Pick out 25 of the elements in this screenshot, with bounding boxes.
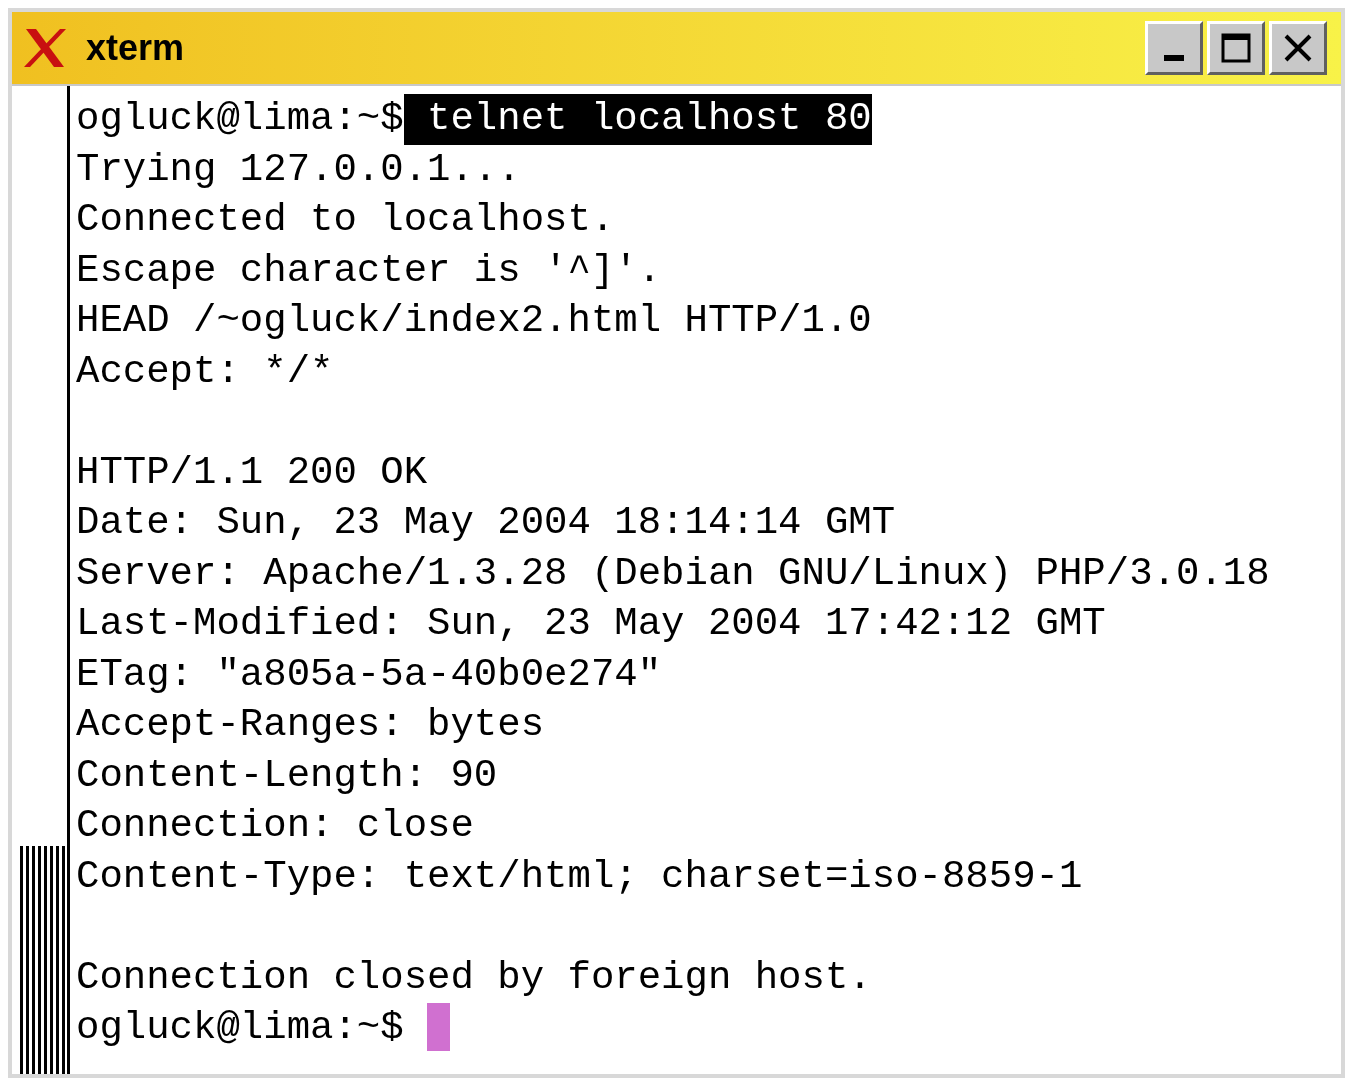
window-title: xterm (86, 26, 185, 70)
selected-text: telnet localhost 80 (403, 94, 872, 145)
close-button[interactable] (1269, 21, 1327, 75)
terminal-line: Escape character is '^]'. (76, 247, 662, 295)
maximize-button[interactable] (1207, 21, 1265, 75)
maximize-icon (1219, 31, 1253, 65)
terminal-line: Accept: */* (76, 348, 334, 396)
terminal-line: Connection: close (76, 803, 474, 850)
minimize-button[interactable] (1145, 21, 1203, 75)
minimize-icon (1164, 55, 1184, 61)
terminal-line: Content-Length: 90 (76, 752, 498, 800)
terminal-line: Last-Modified: Sun, 23 May 2004 17:42:12 GMT (76, 601, 1106, 648)
terminal-line: ogluck@lima:~$ (76, 96, 404, 143)
terminal-line: HEAD /~ogluck/index2.html HTTP/1.0 (76, 298, 872, 345)
terminal-line: HTTP/1.1 200 OK (76, 449, 428, 497)
terminal-line: Accept-Ranges: bytes (76, 702, 545, 749)
terminal-line: ETag: "a805a-5a-40b0e274" (76, 651, 662, 699)
terminal-line: Connected to localhost. (76, 197, 615, 244)
terminal-line: Server: Apache/1.3.28 (Debian GNU/Linux) PHP/3.0.18 (76, 550, 1270, 598)
terminal-line: Date: Sun, 23 May 2004 18:14:14 GMT (76, 500, 896, 547)
scroll-thumb[interactable] (20, 846, 66, 1074)
terminal-line: Content-Type: text/html; charset=iso-8859-1 (76, 853, 1083, 901)
terminal-line: ogluck@lima:~$ (76, 1005, 405, 1052)
terminal-line: Trying 127.0.0.1... (76, 146, 521, 194)
terminal-line: Connection closed by foreign host. (76, 954, 872, 1002)
